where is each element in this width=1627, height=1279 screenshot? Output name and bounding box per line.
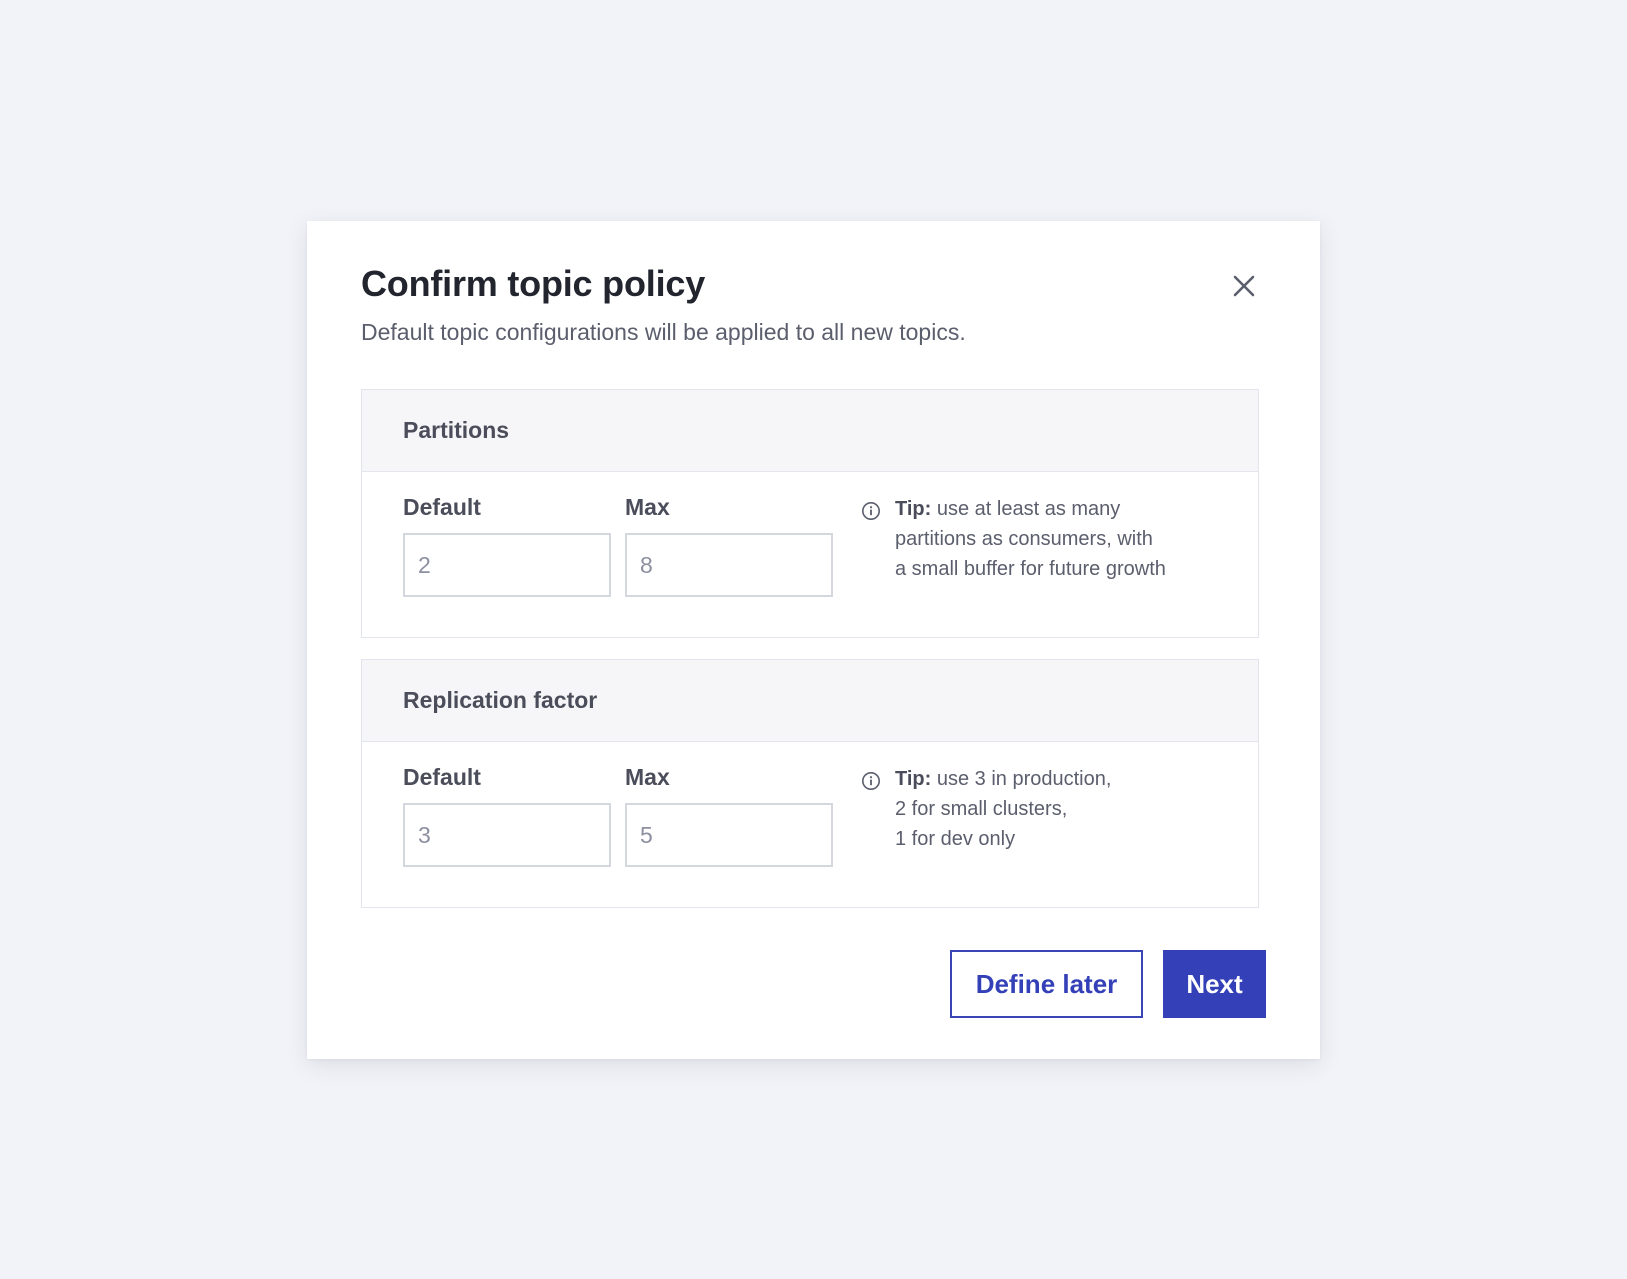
- replication-max-input[interactable]: [625, 803, 833, 867]
- section-heading: Partitions: [362, 390, 1258, 472]
- default-label: Default: [403, 494, 481, 520]
- replication-factor-section: Replication factor Default Max Tip: use …: [361, 659, 1259, 908]
- info-icon: [862, 502, 880, 520]
- max-label: Max: [625, 494, 670, 520]
- info-icon: [862, 772, 880, 790]
- tip-line: use 3 in production,: [931, 768, 1112, 790]
- dialog-title: Confirm topic policy: [361, 263, 706, 304]
- tip-label: Tip:: [895, 768, 932, 790]
- tip-line: 2 for small clusters,: [895, 798, 1068, 820]
- define-later-button[interactable]: Define later: [950, 950, 1143, 1018]
- partitions-default-input[interactable]: [403, 533, 611, 597]
- topic-policy-dialog: Confirm topic policy Default topic confi…: [307, 221, 1320, 1059]
- dialog-subtitle: Default topic configurations will be app…: [361, 319, 966, 345]
- replication-tip: Tip: use 3 in production, 2 for small cl…: [895, 764, 1235, 854]
- tip-line: 1 for dev only: [895, 828, 1016, 850]
- replication-default-input[interactable]: [403, 803, 611, 867]
- max-label: Max: [625, 764, 670, 790]
- next-button[interactable]: Next: [1163, 950, 1266, 1018]
- default-label: Default: [403, 764, 481, 790]
- close-icon: [1233, 275, 1255, 297]
- tip-line: partitions as consumers, with: [895, 528, 1153, 550]
- tip-line: a small buffer for future growth: [895, 558, 1166, 580]
- tip-line: use at least as many: [931, 498, 1121, 520]
- close-button[interactable]: [1229, 271, 1259, 301]
- partitions-section: Partitions Default Max Tip: use at least…: [361, 389, 1259, 638]
- tip-label: Tip:: [895, 498, 932, 520]
- section-heading: Replication factor: [362, 660, 1258, 742]
- partitions-tip: Tip: use at least as many partitions as …: [895, 494, 1235, 584]
- partitions-max-input[interactable]: [625, 533, 833, 597]
